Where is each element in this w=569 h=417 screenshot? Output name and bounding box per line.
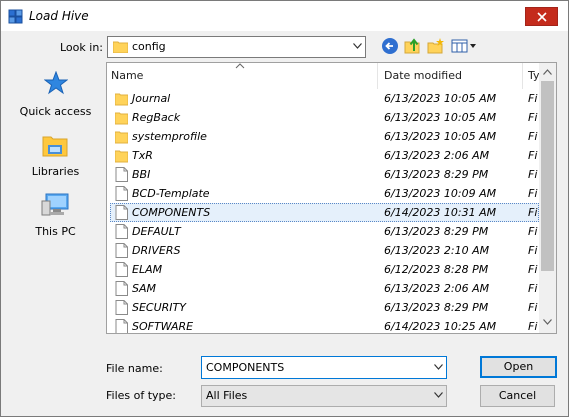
back-icon[interactable] [381, 37, 399, 55]
registry-icon [8, 9, 23, 24]
scrollbar-thumb[interactable] [541, 81, 554, 271]
place-quick-access[interactable]: Quick access [9, 69, 102, 124]
scroll-up-icon[interactable] [543, 69, 552, 75]
file-name: SAM [132, 282, 156, 295]
new-folder-icon[interactable] [427, 37, 445, 55]
libraries-icon [42, 136, 68, 157]
places-bar: Quick access Libraries This PC [9, 63, 102, 333]
list-item[interactable]: COMPONENTS 6/14/2023 10:31 AM Fi [107, 203, 539, 222]
list-item[interactable]: BBI 6/13/2023 8:29 PM Fi [107, 165, 539, 184]
folder-icon [113, 41, 128, 53]
file-date: 6/13/2023 2:10 AM [384, 244, 490, 257]
look-in-value: config [132, 40, 166, 53]
files-of-type-value: All Files [206, 389, 248, 402]
list-item[interactable]: BCD-Template 6/13/2023 10:09 AM Fi [107, 184, 539, 203]
close-button[interactable] [525, 7, 558, 26]
scroll-down-icon[interactable] [543, 319, 552, 325]
file-date: 6/14/2023 10:31 AM [384, 206, 497, 219]
file-date: 6/13/2023 2:06 AM [384, 282, 490, 295]
file-name-input[interactable]: COMPONENTS [201, 356, 447, 379]
column-name[interactable]: Name [111, 69, 143, 82]
file-icon [115, 300, 128, 315]
look-in-dropdown[interactable]: config [107, 36, 366, 58]
window-title: Load Hive [29, 9, 89, 23]
file-date: 6/13/2023 8:29 PM [384, 225, 489, 238]
file-icon [115, 319, 128, 333]
list-item[interactable]: ELAM 6/12/2023 8:28 PM Fi [107, 260, 539, 279]
file-name: BBI [132, 168, 151, 181]
list-item[interactable]: SAM 6/13/2023 2:06 AM Fi [107, 279, 539, 298]
file-name: COMPONENTS [132, 206, 211, 219]
file-list[interactable]: Name Date modified Ty Journal 6/13/2023 1… [106, 62, 557, 334]
file-icon [115, 167, 128, 182]
file-icon [115, 262, 128, 277]
file-name: RegBack [132, 111, 181, 124]
folder-icon [115, 150, 128, 163]
computer-icon [41, 193, 69, 216]
list-item[interactable]: DEFAULT 6/13/2023 8:29 PM Fi [107, 222, 539, 241]
file-icon [115, 224, 128, 239]
files-of-type-dropdown[interactable]: All Files [201, 385, 447, 407]
file-date: 6/13/2023 10:05 AM [384, 130, 497, 143]
file-date: 6/13/2023 2:06 AM [384, 149, 490, 162]
place-label: Quick access [19, 105, 92, 118]
column-date-modified[interactable]: Date modified [384, 69, 462, 82]
file-date: 6/13/2023 8:29 PM [384, 168, 489, 181]
file-date: 6/12/2023 8:28 PM [384, 263, 489, 276]
list-item[interactable]: Journal 6/13/2023 10:05 AM Fi [107, 89, 539, 108]
file-name: BCD-Template [132, 187, 210, 200]
file-name: DRIVERS [132, 244, 181, 257]
folder-icon [115, 131, 128, 144]
file-date: 6/13/2023 8:29 PM [384, 301, 489, 314]
place-this-pc[interactable]: This PC [9, 189, 102, 244]
load-hive-dialog: Load Hive Look in: config Quick access L… [0, 0, 569, 417]
folder-icon [115, 93, 128, 106]
file-name: SECURITY [132, 301, 186, 314]
list-item[interactable]: TxR 6/13/2023 2:06 AM Fi [107, 146, 539, 165]
file-name: ELAM [132, 263, 163, 276]
chevron-down-icon[interactable] [434, 364, 443, 370]
file-date: 6/14/2023 10:25 AM [384, 320, 497, 333]
file-icon [115, 205, 128, 220]
place-label: Libraries [31, 165, 80, 178]
file-name: DEFAULT [132, 225, 181, 238]
file-name: Journal [132, 92, 171, 105]
file-name-value: COMPONENTS [206, 361, 285, 374]
up-folder-icon[interactable] [404, 37, 422, 55]
list-item[interactable]: RegBack 6/13/2023 10:05 AM Fi [107, 108, 539, 127]
place-label: This PC [35, 225, 76, 238]
close-icon [536, 11, 547, 22]
list-header: Name Date modified Ty [107, 63, 540, 89]
file-name: SOFTWARE [132, 320, 194, 333]
column-type[interactable]: Ty [528, 69, 540, 82]
sort-ascending-icon [235, 63, 245, 69]
star-icon [44, 71, 68, 95]
file-date: 6/13/2023 10:05 AM [384, 92, 497, 105]
list-item[interactable]: DRIVERS 6/13/2023 2:10 AM Fi [107, 241, 539, 260]
folder-icon [115, 112, 128, 125]
view-menu-icon[interactable] [451, 37, 477, 55]
list-item[interactable]: systemprofile 6/13/2023 10:05 AM Fi [107, 127, 539, 146]
list-item[interactable]: SOFTWARE 6/14/2023 10:25 AM Fi [107, 317, 539, 333]
file-icon [115, 243, 128, 258]
file-name-label: File name: [106, 362, 163, 375]
list-item[interactable]: SECURITY 6/13/2023 8:29 PM Fi [107, 298, 539, 317]
cancel-button[interactable]: Cancel [480, 385, 555, 407]
column-separator[interactable] [522, 63, 523, 89]
chevron-down-icon [434, 392, 443, 398]
file-date: 6/13/2023 10:09 AM [384, 187, 497, 200]
title-bar[interactable]: Load Hive [1, 1, 568, 31]
file-name: TxR [132, 149, 153, 162]
open-button[interactable]: Open [480, 356, 557, 378]
file-icon [115, 281, 128, 296]
chevron-down-icon [353, 43, 362, 49]
file-name: systemprofile [132, 130, 207, 143]
file-icon [115, 186, 128, 201]
place-libraries[interactable]: Libraries [9, 129, 102, 184]
vertical-scrollbar[interactable] [539, 63, 556, 333]
files-of-type-label: Files of type: [106, 389, 177, 402]
column-separator[interactable] [377, 63, 378, 89]
look-in-label: Look in: [60, 41, 103, 54]
file-date: 6/13/2023 10:05 AM [384, 111, 497, 124]
